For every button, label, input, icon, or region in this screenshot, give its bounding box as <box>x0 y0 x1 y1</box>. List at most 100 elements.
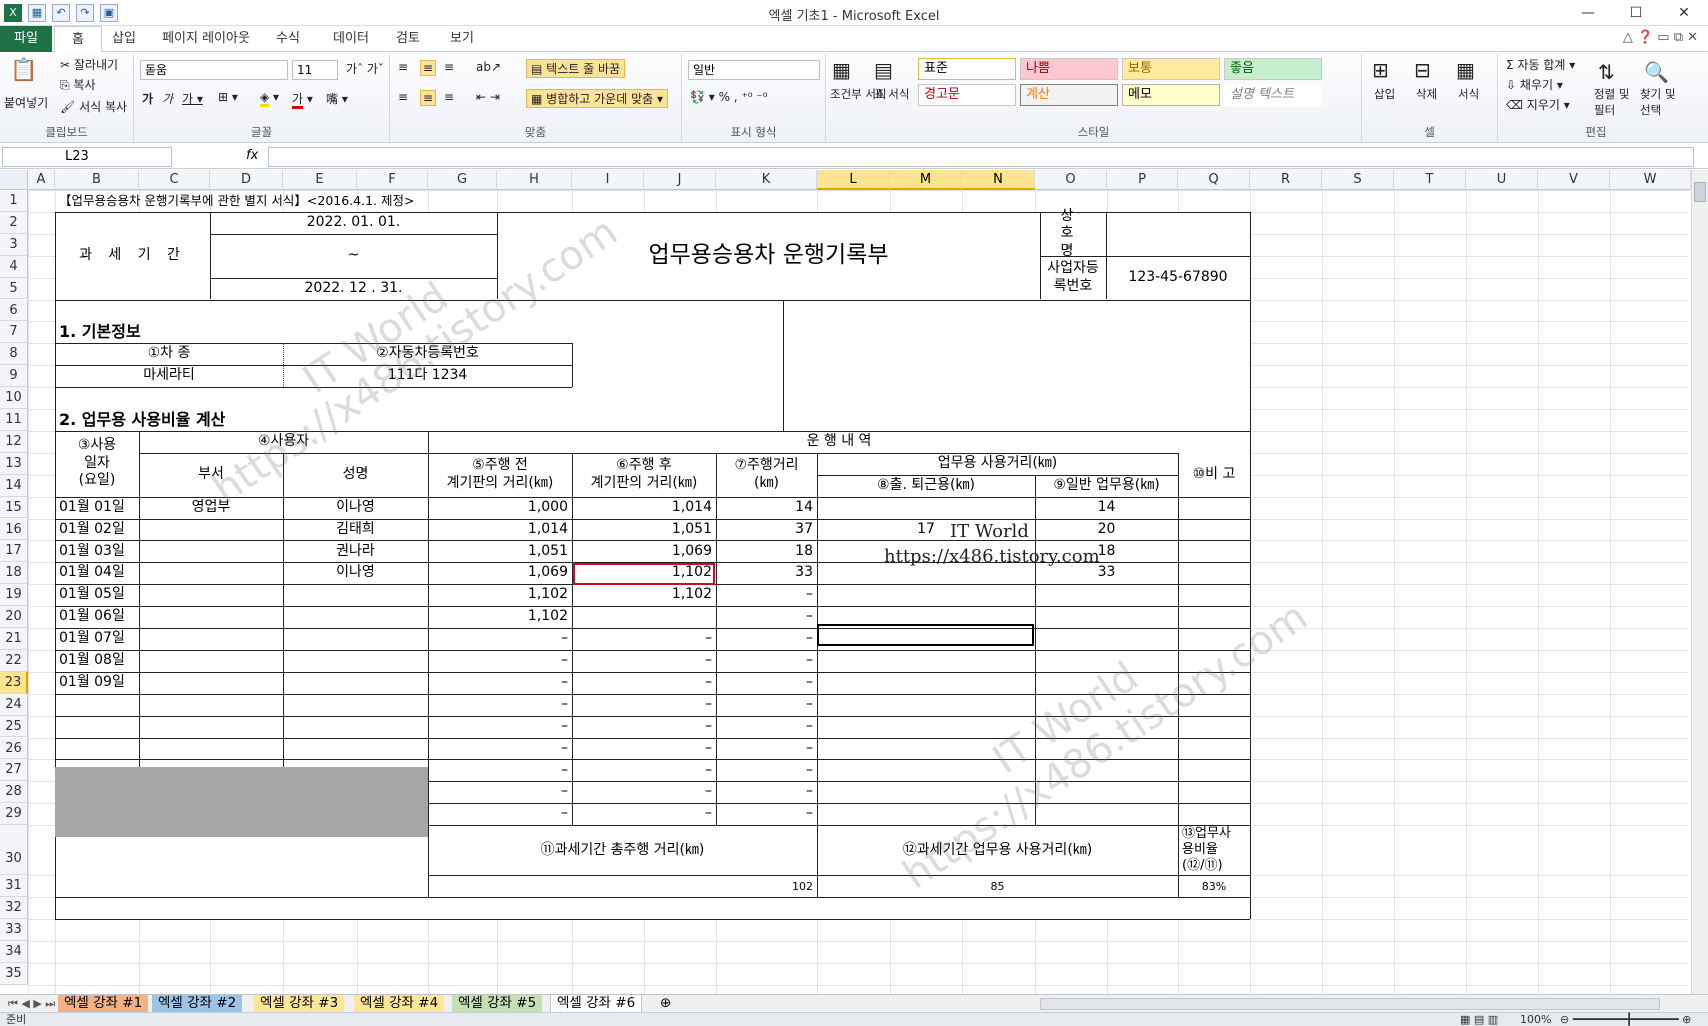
column-header-u[interactable]: U <box>1466 170 1538 190</box>
tab-insert[interactable]: 삽입 <box>104 26 144 52</box>
row-header-23[interactable]: 23 <box>0 671 28 694</box>
column-header-f[interactable]: F <box>357 170 428 190</box>
tab-data[interactable]: 데이터 <box>326 26 376 52</box>
fill-button[interactable]: ⇩ 채우기 ▾ <box>1506 76 1563 93</box>
help-controls[interactable]: △ ❓ ▭ ⧉ ✕ <box>1623 30 1698 45</box>
new-sheet-icon[interactable]: ⊕ <box>654 995 677 1013</box>
insert-cells-icon[interactable]: ⊞ <box>1372 58 1389 82</box>
column-header-r[interactable]: R <box>1250 170 1322 190</box>
worksheet[interactable]: ABCDEFGHIJKLMNOPQRSTUVW 1 2 3 4 5 6 7 8 9 10 11 12 1… <box>0 170 1708 994</box>
row-header-28[interactable]: 28 <box>0 781 28 804</box>
column-header-h[interactable]: H <box>497 170 572 190</box>
column-header-p[interactable]: P <box>1107 170 1178 190</box>
currency-icon[interactable]: 💱 ▾ % , ⁺⁰ ⁻⁰ <box>690 90 768 104</box>
number-format-select[interactable]: 일반 <box>688 60 820 80</box>
column-header-t[interactable]: T <box>1394 170 1466 190</box>
column-header-a[interactable]: A <box>28 170 55 190</box>
column-header-k[interactable]: K <box>716 170 817 190</box>
row-header-24[interactable]: 24 <box>0 693 28 716</box>
sheet-nav-arrows[interactable]: ⏮ ◀ ▶ ⏭ <box>2 995 61 1013</box>
row-header-32[interactable]: 32 <box>0 897 28 920</box>
row-header-16[interactable]: 16 <box>0 518 28 541</box>
paste-icon[interactable]: 📋 <box>10 58 37 83</box>
row-header-7[interactable]: 7 <box>0 321 28 344</box>
insert-cells-button[interactable]: 삽입 <box>1374 86 1395 102</box>
row-header-5[interactable]: 5 <box>0 277 28 300</box>
row-header-35[interactable]: 35 <box>0 963 28 985</box>
row-header-25[interactable]: 25 <box>0 715 28 738</box>
vertical-scrollbar[interactable] <box>1691 170 1708 994</box>
name-box[interactable]: L23 <box>2 147 172 167</box>
row-header-31[interactable]: 31 <box>0 875 28 898</box>
tab-home[interactable]: 홈 <box>54 26 102 53</box>
autosum-button[interactable]: Σ 자동 합계 ▾ <box>1506 56 1575 73</box>
close-icon[interactable]: ✕ <box>1660 0 1708 26</box>
table-format-button[interactable]: 표 서식 <box>874 86 909 102</box>
column-header-d[interactable]: D <box>210 170 283 190</box>
column-header-i[interactable]: I <box>572 170 644 190</box>
cut-button[interactable]: ✂ 잘라내기 <box>60 56 118 73</box>
conditional-format-icon[interactable]: ▦ <box>832 58 851 82</box>
align-right-icon[interactable]: ≡ <box>444 90 454 104</box>
row-header-30[interactable]: 30 <box>0 825 28 876</box>
sheet-tab-4[interactable]: 엑셀 강좌 #4 <box>354 995 445 1013</box>
row-header-20[interactable]: 20 <box>0 606 28 628</box>
sheet-tab-5[interactable]: 엑셀 강좌 #5 <box>452 995 543 1013</box>
row-header-13[interactable]: 13 <box>0 452 28 475</box>
row-header-1[interactable]: 1 <box>0 190 28 212</box>
style-neutral[interactable]: 보통 <box>1122 58 1220 80</box>
fx-icon[interactable]: fx <box>246 148 258 163</box>
row-header-12[interactable]: 12 <box>0 430 28 453</box>
tab-file[interactable]: 파일 <box>0 26 52 52</box>
column-header-m[interactable]: M <box>890 170 962 190</box>
sort-filter-icon[interactable]: ⇅ <box>1598 60 1615 84</box>
column-header-n[interactable]: N <box>962 170 1035 190</box>
view-buttons[interactable]: ▦ ▤ ▥ <box>1460 1013 1498 1026</box>
row-header-29[interactable]: 29 <box>0 803 28 826</box>
align-middle-icon[interactable]: ≡ <box>420 60 437 76</box>
orientation-icon[interactable]: ab↗ <box>476 60 501 74</box>
clear-button[interactable]: ⌫ 지우기 ▾ <box>1506 96 1570 113</box>
horizontal-scrollbar[interactable] <box>1040 998 1660 1010</box>
font-size-select[interactable]: 11 <box>292 60 338 80</box>
column-header-s[interactable]: S <box>1322 170 1394 190</box>
sheet-tab-6[interactable]: 엑셀 강좌 #6 <box>550 995 643 1013</box>
merge-center-button[interactable]: ▦ 병합하고 가운데 맞춤 ▾ <box>526 89 668 108</box>
format-cells-icon[interactable]: ▦ <box>1456 58 1475 82</box>
row-header-34[interactable]: 34 <box>0 941 28 964</box>
column-header-e[interactable]: E <box>283 170 357 190</box>
underline-icon[interactable]: 가 ▾ <box>182 90 203 107</box>
align-top-icon[interactable]: ≡ <box>398 60 408 74</box>
table-format-icon[interactable]: ▤ <box>874 58 893 82</box>
format-cells-button[interactable]: 서식 <box>1458 86 1479 102</box>
indent-icon[interactable]: ⇤ ⇥ <box>476 90 500 104</box>
sort-filter-button[interactable]: 정렬 및 필터 <box>1594 86 1634 118</box>
column-header-l[interactable]: L <box>817 170 890 190</box>
column-header-j[interactable]: J <box>644 170 716 190</box>
row-header-15[interactable]: 15 <box>0 496 28 519</box>
style-good[interactable]: 좋음 <box>1224 58 1322 80</box>
find-select-icon[interactable]: 🔍 <box>1644 60 1669 84</box>
row-header-27[interactable]: 27 <box>0 759 28 782</box>
scroll-thumb[interactable] <box>1694 182 1706 202</box>
style-bad[interactable]: 나쁨 <box>1020 58 1118 80</box>
tab-view[interactable]: 보기 <box>442 26 482 52</box>
row-header-33[interactable]: 33 <box>0 919 28 942</box>
delete-cells-icon[interactable]: ⊟ <box>1414 58 1431 82</box>
sheet-tab-2[interactable]: 엑셀 강좌 #2 <box>152 995 243 1013</box>
column-header-c[interactable]: C <box>139 170 210 190</box>
select-all-corner[interactable] <box>0 170 28 190</box>
bold-icon[interactable]: 가 <box>142 90 153 107</box>
tab-review[interactable]: 검토 <box>388 26 428 52</box>
italic-icon[interactable]: 가 <box>162 90 173 107</box>
row-header-2[interactable]: 2 <box>0 211 28 234</box>
row-header-22[interactable]: 22 <box>0 649 28 672</box>
font-grow-icon[interactable]: 가ˆ 가ˇ <box>346 60 384 77</box>
row-header-6[interactable]: 6 <box>0 299 28 322</box>
column-header-q[interactable]: Q <box>1178 170 1250 190</box>
font-color-icon[interactable]: 가 ▾ <box>292 90 313 109</box>
row-header-18[interactable]: 18 <box>0 562 28 585</box>
row-header-3[interactable]: 3 <box>0 233 28 256</box>
row-header-26[interactable]: 26 <box>0 737 28 760</box>
align-bottom-icon[interactable]: ≡ <box>444 60 454 74</box>
